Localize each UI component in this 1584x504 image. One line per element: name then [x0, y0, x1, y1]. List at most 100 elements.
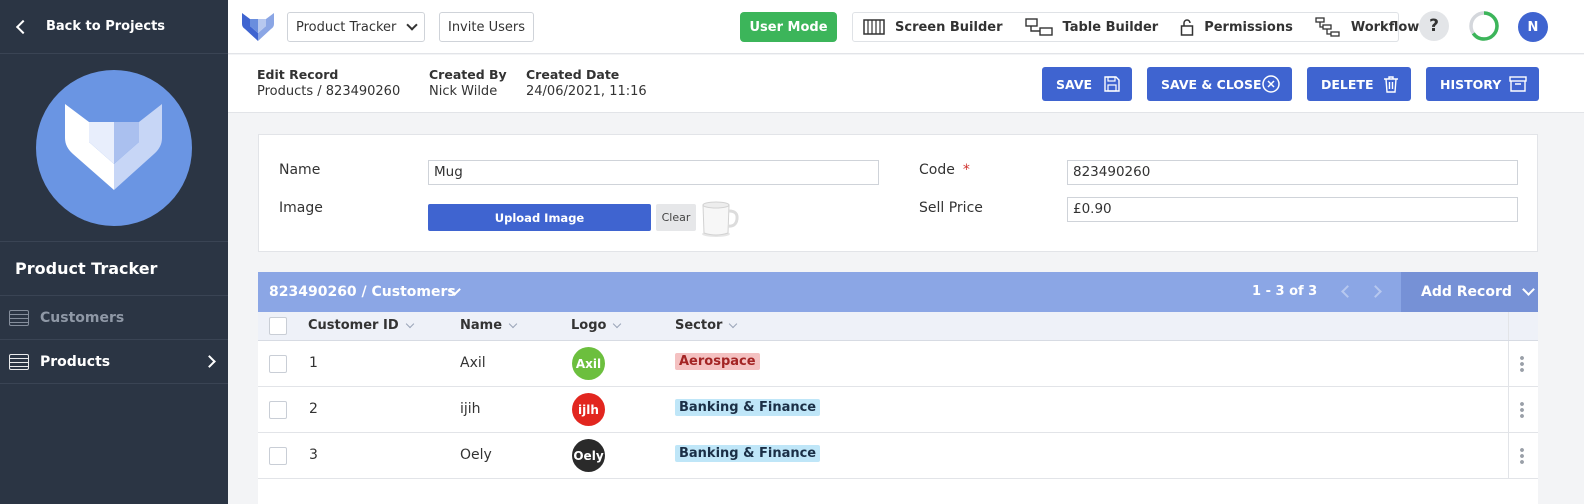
sector-badge: Aerospace	[675, 353, 760, 370]
add-record-label: Add Record	[1421, 284, 1512, 300]
table-row[interactable]: 1 Axil Axil Aerospace	[258, 341, 1538, 387]
row-menu-icon[interactable]	[1520, 401, 1524, 419]
row-checkbox[interactable]	[269, 447, 287, 465]
builder-toolbar: Screen Builder Table Builder Permissions…	[852, 12, 1427, 42]
code-field[interactable]: 823490260	[1067, 160, 1518, 185]
name-cell: Axil	[460, 355, 486, 371]
chevron-down-icon	[1522, 283, 1535, 296]
sidebar-item-customers[interactable]: Customers	[0, 296, 228, 340]
edit-record-label: Edit Record	[257, 67, 339, 82]
trash-icon	[1383, 75, 1399, 93]
project-logo	[36, 69, 192, 226]
column-header-customer-id[interactable]: Customer ID	[308, 318, 414, 333]
sector-badge: Banking & Finance	[675, 445, 821, 462]
history-label: HISTORY	[1440, 76, 1502, 92]
column-header-label: Sector	[675, 318, 723, 333]
screen-builder-icon	[863, 19, 885, 35]
column-headers: Customer ID Name Logo Sector	[258, 312, 1538, 341]
sort-chevron-icon	[508, 319, 518, 329]
table-icon	[9, 353, 29, 370]
image-label: Image	[279, 200, 323, 216]
company-logo: Axil	[572, 347, 605, 380]
company-logo: ijlh	[572, 393, 605, 426]
sort-chevron-icon	[613, 319, 622, 329]
invite-users-button[interactable]: Invite Users	[439, 12, 534, 42]
project-title: Product Tracker	[0, 242, 228, 296]
column-header-name[interactable]: Name	[460, 318, 518, 333]
table-builder-button[interactable]: Table Builder	[1024, 18, 1159, 36]
save-close-label: SAVE & CLOSE	[1161, 76, 1262, 92]
chevron-down-icon	[406, 18, 418, 31]
company-logo: Oely	[572, 439, 605, 472]
table-row[interactable]: 3 Oely Oely Banking & Finance	[258, 433, 1538, 479]
edit-record-value: Products / 823490260	[257, 84, 401, 99]
permissions-label: Permissions	[1204, 19, 1293, 35]
sort-chevron-icon	[405, 319, 414, 329]
customer-id-cell: 1	[309, 355, 318, 371]
created-date-info: Created Date 24/06/2021, 11:16	[526, 67, 647, 99]
history-button[interactable]: HISTORY	[1426, 67, 1539, 101]
mug-image	[702, 201, 739, 237]
select-all-checkbox[interactable]	[269, 317, 287, 335]
divider	[1508, 312, 1509, 340]
upload-image-button[interactable]: Upload Image	[428, 204, 651, 231]
project-logo-area	[0, 54, 228, 242]
chevron-right-icon	[203, 355, 216, 368]
table-builder-label: Table Builder	[1062, 19, 1159, 35]
row-checkbox[interactable]	[269, 355, 287, 373]
screen-builder-label: Screen Builder	[895, 19, 1003, 35]
user-mode-button[interactable]: User Mode	[740, 12, 837, 42]
name-cell: Oely	[460, 447, 492, 463]
created-date-label: Created Date	[526, 67, 620, 82]
lock-icon	[1180, 19, 1194, 36]
project-select[interactable]: Product Tracker	[287, 12, 425, 42]
required-indicator: *	[962, 162, 970, 178]
name-cell: ijih	[460, 401, 481, 417]
user-avatar[interactable]: N	[1518, 12, 1548, 42]
screen-builder-button[interactable]: Screen Builder	[863, 19, 1003, 35]
table-row[interactable]: 2 ijih ijlh Banking & Finance	[258, 387, 1538, 433]
save-button[interactable]: SAVE	[1042, 67, 1132, 101]
save-and-close-button[interactable]: SAVE & CLOSE	[1147, 67, 1292, 101]
pagination-text: 1 - 3 of 3	[1252, 284, 1318, 299]
delete-label: DELETE	[1321, 76, 1374, 92]
sell-price-field[interactable]: £0.90	[1067, 197, 1518, 222]
divider	[1508, 341, 1509, 386]
subtable-title: 823490260 / Customers	[269, 284, 456, 300]
sort-chevron-icon	[729, 319, 738, 329]
clear-image-button[interactable]: Clear	[656, 204, 696, 231]
add-record-button[interactable]: Add Record	[1401, 272, 1538, 312]
code-label: Code *	[919, 162, 970, 178]
divider	[1508, 433, 1509, 478]
prev-page-icon[interactable]	[1341, 285, 1354, 298]
column-header-logo[interactable]: Logo	[571, 318, 622, 333]
column-header-label: Logo	[571, 318, 607, 333]
permissions-button[interactable]: Permissions	[1180, 18, 1293, 36]
customers-subtable: 823490260 / Customers 1 - 3 of 3 Add Rec…	[258, 272, 1538, 504]
table-icon	[9, 309, 29, 326]
next-page-icon[interactable]	[1369, 285, 1382, 298]
top-bar: Product Tracker Invite Users User Mode S…	[228, 0, 1584, 54]
created-by-value: Nick Wilde	[429, 84, 498, 99]
sell-price-label: Sell Price	[919, 200, 983, 216]
record-form: Name Mug Image Upload Image Clear Code * …	[258, 134, 1538, 252]
column-header-label: Customer ID	[308, 318, 399, 333]
sidebar-item-products[interactable]: Products	[0, 340, 228, 384]
workflows-button[interactable]: Workflows	[1315, 17, 1427, 37]
edit-record-info: Edit Record Products / 823490260	[257, 67, 400, 99]
created-by-info: Created By Nick Wilde	[429, 67, 507, 99]
close-circle-icon	[1262, 75, 1280, 93]
app-logo-icon[interactable]	[242, 13, 274, 41]
sidebar: Back to Projects Product Tracker Custome…	[0, 0, 228, 504]
row-checkbox[interactable]	[269, 401, 287, 419]
row-menu-icon[interactable]	[1520, 355, 1524, 373]
row-menu-icon[interactable]	[1520, 447, 1524, 465]
help-button[interactable]: ?	[1419, 11, 1449, 41]
workflows-label: Workflows	[1350, 19, 1428, 35]
back-to-projects-link[interactable]: Back to Projects	[0, 0, 228, 54]
delete-button[interactable]: DELETE	[1307, 67, 1411, 101]
column-header-sector[interactable]: Sector	[675, 318, 738, 333]
name-label: Name	[279, 162, 321, 178]
sidebar-item-label: Products	[40, 353, 111, 370]
name-field[interactable]: Mug	[428, 160, 879, 185]
